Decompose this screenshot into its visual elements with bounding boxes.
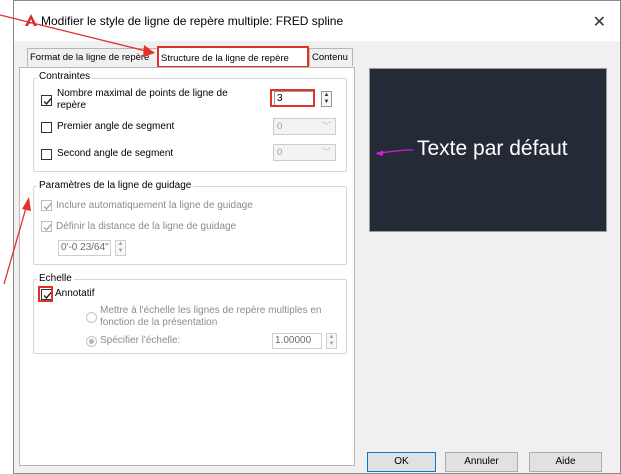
close-icon[interactable]: ✕ — [593, 12, 606, 32]
auto-include-checkbox[interactable] — [41, 200, 52, 211]
landing-distance-input[interactable]: 0'-0 23/64" — [58, 240, 111, 256]
scale-title: Echelle — [37, 273, 74, 284]
second-angle-value: 0 — [277, 147, 283, 158]
max-points-label-line1: Nombre maximal de points de ligne de — [57, 88, 228, 99]
ok-button[interactable]: OK — [367, 452, 436, 472]
max-points-highlight — [270, 89, 315, 107]
annotative-label: Annotatif — [55, 288, 95, 299]
specify-scale-spinner-icon[interactable]: ▲ ▼ — [326, 333, 337, 349]
scale-to-layout-radio[interactable] — [86, 312, 97, 323]
title-bar[interactable]: Modifier le style de ligne de repère mul… — [14, 1, 620, 41]
specify-scale-label: Spécifier l'échelle: — [100, 335, 181, 346]
first-angle-value: 0 — [277, 121, 283, 132]
specify-scale-input[interactable]: 1.00000 — [272, 333, 322, 349]
help-button[interactable]: Aide — [529, 452, 602, 472]
first-angle-label: Premier angle de segment — [57, 121, 175, 132]
first-angle-checkbox[interactable] — [41, 122, 52, 133]
auto-include-label: Inclure automatiquement la ligne de guid… — [56, 200, 253, 211]
specify-scale-radio[interactable] — [86, 336, 97, 347]
first-angle-select[interactable]: 0 ﹀ — [273, 118, 336, 135]
landing-title: Paramètres de la ligne de guidage — [37, 180, 194, 191]
second-angle-label: Second angle de segment — [57, 148, 174, 159]
chevron-down-icon: ﹀ — [321, 147, 331, 157]
landing-distance-spinner-icon[interactable]: ▲ ▼ — [115, 240, 126, 256]
set-distance-label: Définir la distance de la ligne de guida… — [56, 221, 237, 232]
constraints-title: Contraintes — [37, 71, 93, 82]
set-distance-checkbox[interactable] — [41, 221, 52, 232]
scale-to-layout-label-line1: Mettre à l'échelle les lignes de repère … — [100, 305, 322, 316]
max-points-spinner-icon[interactable]: ▲ ▼ — [321, 91, 332, 107]
max-points-label-line2: repère — [57, 100, 86, 111]
preview-text: Texte par défaut — [417, 137, 568, 160]
second-angle-select[interactable]: 0 ﹀ — [273, 144, 336, 161]
autocad-icon — [25, 14, 37, 26]
tab-leader-structure[interactable]: Structure de la ligne de repère — [157, 46, 309, 68]
cancel-button[interactable]: Annuler — [445, 452, 518, 472]
tab-content[interactable]: Contenu — [309, 48, 353, 66]
max-points-checkbox[interactable] — [41, 95, 52, 106]
second-angle-checkbox[interactable] — [41, 149, 52, 160]
annotative-highlight — [38, 286, 53, 302]
scale-to-layout-label-line2: fonction de la présentation — [100, 317, 218, 328]
preview-pane: Texte par défaut — [369, 68, 607, 232]
chevron-down-icon: ﹀ — [321, 121, 331, 131]
window-title: Modifier le style de ligne de repère mul… — [41, 14, 344, 28]
tab-leader-format[interactable]: Format de la ligne de repère — [27, 48, 158, 66]
